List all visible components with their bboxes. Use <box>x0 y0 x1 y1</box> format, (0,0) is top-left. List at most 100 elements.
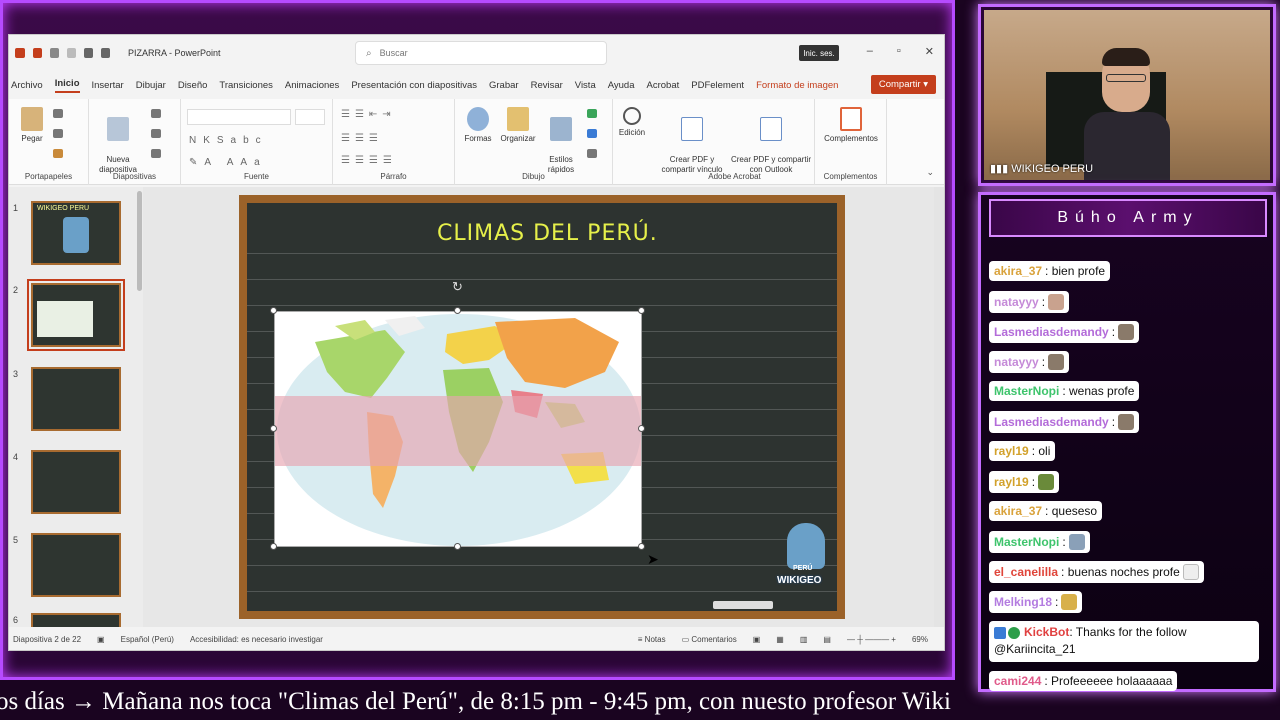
tab-acrobat[interactable]: Acrobat <box>647 80 680 91</box>
tab-vista[interactable]: Vista <box>575 80 596 91</box>
chat-username[interactable]: el_canelilla <box>994 565 1058 579</box>
chat-username[interactable]: natayyy <box>994 295 1039 309</box>
quick-styles-button[interactable]: Estilos rápidos <box>541 107 581 176</box>
chat-username[interactable]: natayyy <box>994 355 1039 369</box>
effects-icon[interactable] <box>587 149 597 158</box>
slide-thumbnail[interactable] <box>31 533 121 597</box>
collapse-ribbon-icon[interactable]: ⌄ <box>926 167 934 178</box>
share-button[interactable]: Compartir ▾ <box>870 75 936 94</box>
shapes-button[interactable]: Formas <box>461 107 495 144</box>
tab-animaciones[interactable]: Animaciones <box>285 80 339 91</box>
section-icon[interactable] <box>151 149 161 158</box>
paste-button[interactable]: Pegar <box>17 107 47 144</box>
chat-username[interactable]: akira_37 <box>994 504 1042 518</box>
tab-presentacion[interactable]: Presentación con diapositivas <box>351 80 477 91</box>
sorter-view-icon[interactable]: ▦ <box>776 635 784 644</box>
minimize-icon[interactable]: – <box>867 45 873 58</box>
chat-username[interactable]: MasterNopi <box>994 535 1059 549</box>
chat-username[interactable]: rayl19 <box>994 475 1029 489</box>
new-slide-button[interactable]: Nueva diapositiva <box>93 107 143 176</box>
thumbnail-scrollbar[interactable] <box>137 191 142 291</box>
zoom-slider[interactable]: — ┼ ——— + <box>847 635 896 644</box>
tab-ayuda[interactable]: Ayuda <box>608 80 635 91</box>
world-map-image[interactable] <box>274 311 642 547</box>
restore-icon[interactable]: ▫ <box>897 45 901 58</box>
notes-button[interactable]: ≡ Notas <box>638 635 666 644</box>
signin-button[interactable]: Inic. ses. <box>799 45 839 61</box>
slide-thumbnail-selected[interactable] <box>27 279 125 351</box>
thumbnail-row[interactable]: 3 <box>13 367 133 437</box>
tab-dibujar[interactable]: Dibujar <box>136 80 166 91</box>
chat-username[interactable]: Melking18 <box>994 595 1052 609</box>
customize-toolbar-icon[interactable] <box>101 48 110 58</box>
resize-handle[interactable] <box>454 543 461 550</box>
slide-thumbnail[interactable]: WIKIGEO PERU <box>31 201 121 265</box>
redo-icon[interactable] <box>67 48 76 58</box>
tab-diseno[interactable]: Diseño <box>178 80 208 91</box>
resize-handle[interactable] <box>454 307 461 314</box>
create-pdf-outlook-button[interactable]: Crear PDF y compartir con Outlook <box>729 107 813 176</box>
resize-handle[interactable] <box>270 307 277 314</box>
search-input[interactable]: ⌕ Buscar <box>355 41 607 65</box>
resize-handle[interactable] <box>638 307 645 314</box>
addins-button[interactable]: Complementos <box>819 107 883 144</box>
editing-button[interactable]: Edición <box>615 107 649 138</box>
chat-username[interactable]: MasterNopi <box>994 384 1059 398</box>
chat-username[interactable]: cami244 <box>994 674 1041 688</box>
chat-username[interactable]: akira_37 <box>994 264 1042 278</box>
comments-button[interactable]: ▭ Comentarios <box>682 635 737 644</box>
chat-username[interactable]: KickBot <box>1024 625 1069 639</box>
chat-username[interactable]: Lasmediasdemandy <box>994 325 1109 339</box>
thumbnail-row[interactable]: 1 WIKIGEO PERU <box>13 201 133 271</box>
font-color-row[interactable]: ✎A AAa <box>189 157 267 168</box>
arrange-button[interactable]: Organizar <box>497 107 539 144</box>
font-name-select[interactable] <box>187 109 291 125</box>
format-painter-icon[interactable] <box>53 149 63 158</box>
rotate-handle-icon[interactable]: ↻ <box>452 279 463 295</box>
undo-icon[interactable] <box>50 48 59 58</box>
slide-thumbnail[interactable] <box>31 367 121 431</box>
slide-thumbnail[interactable] <box>31 613 121 627</box>
layout-icon[interactable] <box>151 109 161 118</box>
reading-view-icon[interactable]: ▥ <box>800 635 808 644</box>
list-buttons[interactable]: ☰☰⇤⇥ <box>341 109 396 120</box>
outline-icon[interactable] <box>587 129 597 138</box>
cut-icon[interactable] <box>53 109 63 118</box>
copy-icon[interactable] <box>53 129 63 138</box>
reset-icon[interactable] <box>151 129 161 138</box>
close-icon[interactable]: ✕ <box>925 45 934 58</box>
slide-canvas[interactable]: CLIMAS DEL PERÚ. ↻ ➤ PERÚ WIKIGEO <box>239 195 845 619</box>
tab-archivo[interactable]: Archivo <box>11 80 43 91</box>
spellcheck-icon[interactable]: ▣ <box>97 635 105 644</box>
tab-insertar[interactable]: Insertar <box>92 80 124 91</box>
font-size-select[interactable] <box>295 109 325 125</box>
tab-formato-imagen[interactable]: Formato de imagen <box>756 80 838 91</box>
resize-handle[interactable] <box>638 543 645 550</box>
slide-thumbnail[interactable] <box>31 450 121 514</box>
align-buttons[interactable]: ☰☰☰☰ <box>341 155 397 166</box>
resize-handle[interactable] <box>638 425 645 432</box>
line-spacing-buttons[interactable]: ☰☰☰ <box>341 133 383 144</box>
zoom-level[interactable]: 69% <box>912 635 928 644</box>
tab-revisar[interactable]: Revisar <box>531 80 563 91</box>
thumbnail-row[interactable]: 4 <box>13 450 133 520</box>
thumbnail-row[interactable]: 2 <box>13 279 133 353</box>
save-icon[interactable] <box>33 48 42 58</box>
tab-inicio[interactable]: Inicio <box>54 78 80 93</box>
slideshow-view-icon[interactable]: ▤ <box>823 635 831 644</box>
chat-username[interactable]: rayl19 <box>994 444 1029 458</box>
create-pdf-link-button[interactable]: Crear PDF y compartir vínculo <box>657 107 727 176</box>
font-format-row[interactable]: NKSabc <box>189 135 268 146</box>
fill-icon[interactable] <box>587 109 597 118</box>
normal-view-icon[interactable]: ▣ <box>753 635 761 644</box>
thumbnail-row[interactable]: 5 <box>13 533 133 603</box>
present-icon[interactable] <box>84 48 93 58</box>
tab-pdfelement[interactable]: PDFelement <box>691 80 744 91</box>
tab-grabar[interactable]: Grabar <box>489 80 519 91</box>
thumbnail-row[interactable]: 6 <box>13 613 133 627</box>
language-status[interactable]: Español (Perú) <box>121 635 174 644</box>
accessibility-status[interactable]: Accesibilidad: es necesario investigar <box>190 635 323 644</box>
chat-username[interactable]: Lasmediasdemandy <box>994 415 1109 429</box>
resize-handle[interactable] <box>270 543 277 550</box>
tab-transiciones[interactable]: Transiciones <box>219 80 273 91</box>
